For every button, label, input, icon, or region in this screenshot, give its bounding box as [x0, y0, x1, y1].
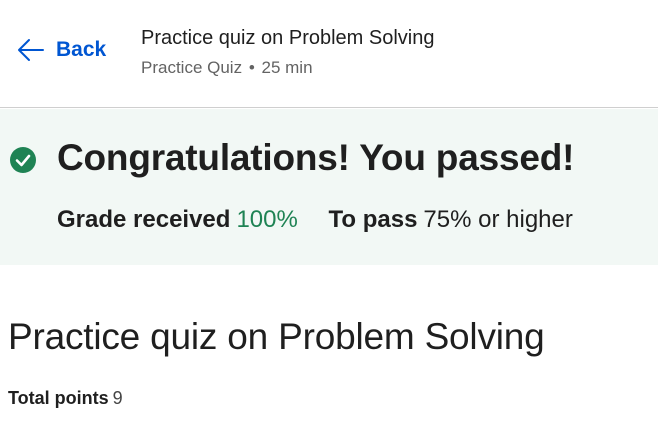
pass-value: 75% or higher: [423, 206, 573, 233]
grade-line: Grade received 100% To pass 75% or higher: [57, 206, 573, 234]
result-banner: Congratulations! You passed! Grade recei…: [0, 109, 658, 265]
quiz-title: Practice quiz on Problem Solving: [8, 316, 545, 357]
grade-label: Grade received: [57, 206, 231, 233]
meta-separator: •: [248, 58, 255, 77]
total-points-label: Total points: [8, 388, 109, 408]
result-title: Congratulations! You passed!: [57, 137, 575, 178]
item-duration: 25 min: [261, 58, 313, 77]
back-label: Back: [56, 38, 107, 61]
item-type: Practice Quiz: [141, 58, 243, 77]
header-title: Practice quiz on Problem Solving: [141, 27, 435, 49]
back-button[interactable]: Back: [16, 36, 106, 64]
pass-label: To pass: [328, 206, 418, 233]
pass-requirement: To pass 75% or higher: [329, 206, 573, 233]
check-circle-icon: [9, 146, 37, 179]
grade-value: 100%: [236, 206, 298, 233]
arrow-left-icon: [16, 36, 44, 64]
total-points: Total points 9: [8, 388, 123, 409]
total-points-value: 9: [112, 388, 123, 408]
page-header: Back Practice quiz on Problem Solving Pr…: [0, 0, 658, 108]
header-meta: Practice Quiz • 25 min: [141, 58, 434, 78]
header-text: Practice quiz on Problem Solving Practic…: [141, 25, 434, 78]
